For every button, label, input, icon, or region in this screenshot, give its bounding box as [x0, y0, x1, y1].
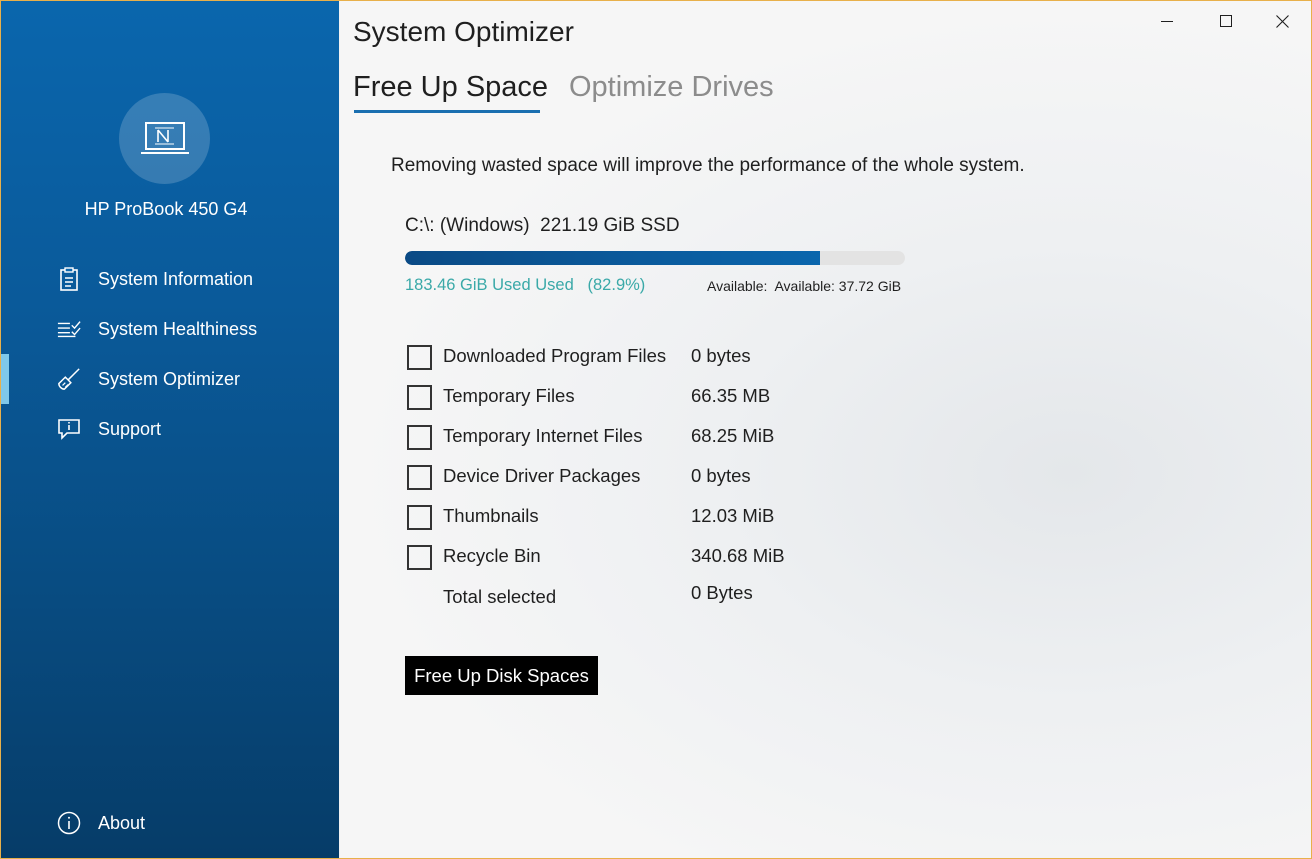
item-label: Temporary Files [443, 385, 575, 406]
item-size: 66.35 MB [691, 385, 771, 406]
item-size: 12.03 MiB [691, 505, 775, 526]
sidebar-item-about[interactable]: About [1, 803, 339, 843]
description-text: Removing wasted space will improve the p… [391, 155, 1025, 176]
list-item: Recycle Bin 340.68 MiB [407, 542, 907, 572]
total-selected-label: Total selected [443, 586, 557, 607]
main-panel: System Optimizer Free Up Space Optimize … [340, 1, 1311, 858]
minimize-icon [1161, 21, 1173, 22]
list-item: Temporary Internet Files 68.25 MiB [407, 422, 907, 452]
close-button[interactable] [1262, 7, 1302, 35]
laptop-icon [140, 121, 189, 154]
disk-usage-fill [405, 251, 820, 265]
clipboard-icon [57, 267, 81, 291]
maximize-icon [1220, 15, 1232, 27]
maximize-button[interactable] [1206, 7, 1246, 35]
chat-info-icon [57, 417, 81, 441]
device-name: HP ProBook 450 G4 [84, 199, 248, 219]
drive-label: C:\: (Windows) 221.19 GiB SSD [405, 215, 680, 236]
item-label: Recycle Bin [443, 545, 541, 566]
broom-icon [57, 367, 81, 391]
item-size: 68.25 MiB [691, 425, 775, 446]
disk-usage-bar [405, 251, 905, 265]
total-selected-value: 0 Bytes [691, 582, 753, 603]
close-icon [1275, 14, 1289, 28]
item-size: 0 bytes [691, 345, 751, 366]
minimize-button[interactable] [1147, 7, 1187, 35]
item-label: Temporary Internet Files [443, 425, 643, 446]
list-item: Device Driver Packages 0 bytes [407, 462, 907, 492]
checkbox-temporary-internet-files[interactable] [407, 425, 432, 450]
sidebar: HP ProBook 450 G4 System Information Sys… [1, 1, 339, 858]
sidebar-item-system-healthiness[interactable]: System Healthiness [1, 309, 339, 349]
list-item: Thumbnails 12.03 MiB [407, 502, 907, 532]
list-item: Downloaded Program Files 0 bytes [407, 342, 907, 372]
sidebar-item-system-optimizer[interactable]: System Optimizer [1, 359, 339, 399]
tab-optimize-drives[interactable]: Optimize Drives [569, 71, 774, 104]
checkbox-recycle-bin[interactable] [407, 545, 432, 570]
used-space-text: 183.46 GiB Used Used (82.9%) [405, 276, 646, 294]
sidebar-item-label: Support [98, 418, 162, 439]
sidebar-item-label: About [98, 812, 146, 833]
item-size: 340.68 MiB [691, 545, 785, 566]
info-icon [57, 811, 81, 835]
avatar [119, 93, 210, 184]
checkbox-thumbnails[interactable] [407, 505, 432, 530]
sidebar-item-system-information[interactable]: System Information [1, 259, 339, 299]
checkbox-temporary-files[interactable] [407, 385, 432, 410]
sidebar-item-label: System Information [98, 268, 254, 289]
sidebar-item-label: System Healthiness [98, 318, 258, 339]
checkbox-downloaded-program-files[interactable] [407, 345, 432, 370]
available-space-text: Available: Available: 37.72 GiB [707, 278, 902, 294]
checkbox-device-driver-packages[interactable] [407, 465, 432, 490]
sidebar-item-support[interactable]: Support [1, 409, 339, 449]
active-tab-underline [354, 110, 540, 113]
item-label: Thumbnails [443, 505, 539, 526]
app-window: HP ProBook 450 G4 System Information Sys… [0, 0, 1312, 859]
free-up-disk-spaces-button[interactable]: Free Up Disk Spaces [405, 656, 598, 695]
sidebar-item-label: System Optimizer [98, 368, 241, 389]
item-label: Downloaded Program Files [443, 345, 667, 366]
checklist-icon [57, 317, 81, 341]
tab-free-up-space[interactable]: Free Up Space [353, 71, 548, 104]
page-title: System Optimizer [353, 16, 574, 47]
item-size: 0 bytes [691, 465, 751, 486]
item-label: Device Driver Packages [443, 465, 641, 486]
list-item: Temporary Files 66.35 MB [407, 382, 907, 412]
